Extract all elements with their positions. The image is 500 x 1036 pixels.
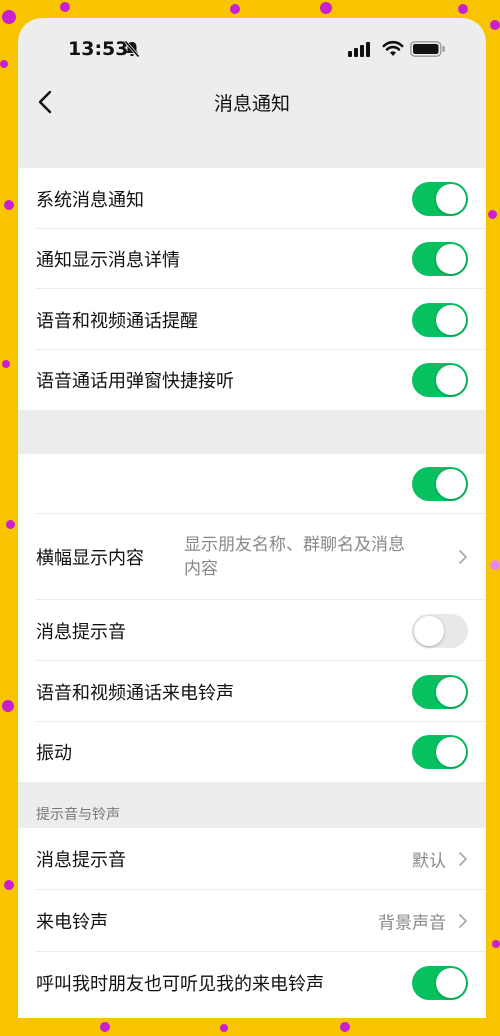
row-label: 语音和视频通话来电铃声 bbox=[36, 682, 234, 704]
message-tone-value: 默认 bbox=[412, 851, 446, 872]
row-label: 横幅显示内容 bbox=[36, 548, 144, 569]
decor-dot bbox=[2, 360, 10, 368]
row-system-notification[interactable]: 系统消息通知 bbox=[18, 168, 486, 229]
nav-bar: 消息通知 bbox=[18, 80, 486, 124]
decor-dot bbox=[2, 700, 14, 712]
row-label: 语音和视频通话提醒 bbox=[36, 310, 198, 332]
toggle-knob bbox=[436, 365, 466, 395]
row-show-details[interactable]: 通知显示消息详情 bbox=[18, 229, 486, 289]
group-notifications: 系统消息通知 通知显示消息详情 语音和视频通话提醒 语音通话用弹窗快捷接听 bbox=[18, 168, 486, 410]
banner-content-value: 显示朋友名称、群聊名及消息 内容 bbox=[184, 533, 446, 581]
ringtone-value: 背景声音 bbox=[378, 913, 446, 934]
decor-dot bbox=[490, 20, 500, 30]
status-bar: 13:53 bbox=[18, 18, 486, 80]
decor-dot bbox=[490, 560, 500, 570]
toggle-knob bbox=[436, 968, 466, 998]
row-label: 语音通话用弹窗快捷接听 bbox=[36, 371, 234, 392]
row-message-sound[interactable]: 消息提示音 bbox=[18, 600, 486, 661]
decor-dot bbox=[60, 2, 70, 12]
row-banner-content[interactable]: 横幅显示内容 显示朋友名称、群聊名及消息 内容 bbox=[18, 514, 486, 600]
row-label: 呼叫我时朋友也可听见我的来电铃声 bbox=[36, 974, 324, 995]
row-label: 消息提示音 bbox=[36, 850, 126, 871]
vibration-toggle[interactable] bbox=[412, 735, 468, 769]
row-message-tone[interactable]: 消息提示音 默认 bbox=[18, 828, 486, 890]
decor-dot bbox=[230, 4, 240, 14]
group-sounds: 消息提示音 默认 来电铃声 背景声音 呼叫我时朋友也可听见我的来电铃声 bbox=[18, 828, 486, 1018]
row-hidden-option[interactable] bbox=[18, 454, 486, 514]
system-notification-toggle[interactable] bbox=[412, 181, 468, 216]
section-header: 提示音与铃声 bbox=[36, 807, 120, 823]
row-call-ringtone[interactable]: 语音和视频通话来电铃声 bbox=[18, 661, 486, 722]
message-sound-toggle[interactable] bbox=[412, 613, 468, 648]
wifi-icon bbox=[382, 40, 404, 56]
value-line: 内容 bbox=[184, 559, 218, 579]
toggle-knob bbox=[414, 615, 444, 646]
phone-screen: 13:53 消息通知 系统消息通知 通知显示消息详情 语音和视频通话提醒 语音通… bbox=[18, 18, 486, 1018]
popup-answer-toggle[interactable] bbox=[412, 363, 468, 397]
decor-dot bbox=[100, 1022, 110, 1032]
friends-hear-ringtone-toggle[interactable] bbox=[412, 966, 468, 1000]
row-ringtone[interactable]: 来电铃声 背景声音 bbox=[18, 890, 486, 952]
row-label: 通知显示消息详情 bbox=[36, 250, 180, 271]
toggle-knob bbox=[436, 676, 466, 707]
decor-dot bbox=[0, 60, 8, 68]
toggle-knob bbox=[436, 469, 466, 499]
hidden-option-toggle[interactable] bbox=[412, 467, 468, 501]
group-banner: 横幅显示内容 显示朋友名称、群聊名及消息 内容 消息提示音 语音和视频通话来电铃… bbox=[18, 454, 486, 782]
row-friends-hear-ringtone[interactable]: 呼叫我时朋友也可听见我的来电铃声 bbox=[18, 952, 486, 1014]
decor-dot bbox=[492, 940, 500, 948]
call-reminder-toggle[interactable] bbox=[412, 302, 468, 337]
decor-dot bbox=[320, 2, 332, 14]
row-vibration[interactable]: 振动 bbox=[18, 722, 486, 782]
chevron-right-icon bbox=[459, 914, 467, 928]
signal-icon bbox=[348, 42, 370, 57]
decor-dot bbox=[4, 200, 14, 210]
decor-dot bbox=[220, 1024, 228, 1032]
toggle-knob bbox=[436, 737, 466, 767]
status-time: 13:53 bbox=[68, 38, 129, 60]
decor-dot bbox=[340, 1022, 350, 1032]
show-details-toggle[interactable] bbox=[412, 242, 468, 276]
decor-dot bbox=[2, 10, 16, 24]
value-line: 显示朋友名称、群聊名及消息 bbox=[184, 535, 405, 555]
call-ringtone-toggle[interactable] bbox=[412, 674, 468, 709]
decor-dot bbox=[6, 520, 15, 529]
toggle-knob bbox=[436, 183, 466, 214]
row-label: 来电铃声 bbox=[36, 912, 108, 933]
decor-dot bbox=[488, 210, 497, 219]
row-label: 消息提示音 bbox=[36, 621, 126, 643]
decor-dot bbox=[458, 4, 468, 14]
chevron-right-icon bbox=[459, 550, 467, 564]
bell-muted-icon bbox=[124, 40, 140, 58]
row-label: 振动 bbox=[36, 743, 72, 764]
row-call-reminder[interactable]: 语音和视频通话提醒 bbox=[18, 289, 486, 350]
page-title: 消息通知 bbox=[213, 93, 290, 115]
chevron-right-icon bbox=[459, 852, 467, 866]
battery-icon bbox=[410, 41, 445, 57]
decor-dot bbox=[4, 880, 14, 890]
toggle-knob bbox=[436, 244, 466, 274]
toggle-knob bbox=[436, 304, 466, 335]
row-popup-answer[interactable]: 语音通话用弹窗快捷接听 bbox=[18, 350, 486, 410]
row-label: 系统消息通知 bbox=[36, 189, 144, 211]
